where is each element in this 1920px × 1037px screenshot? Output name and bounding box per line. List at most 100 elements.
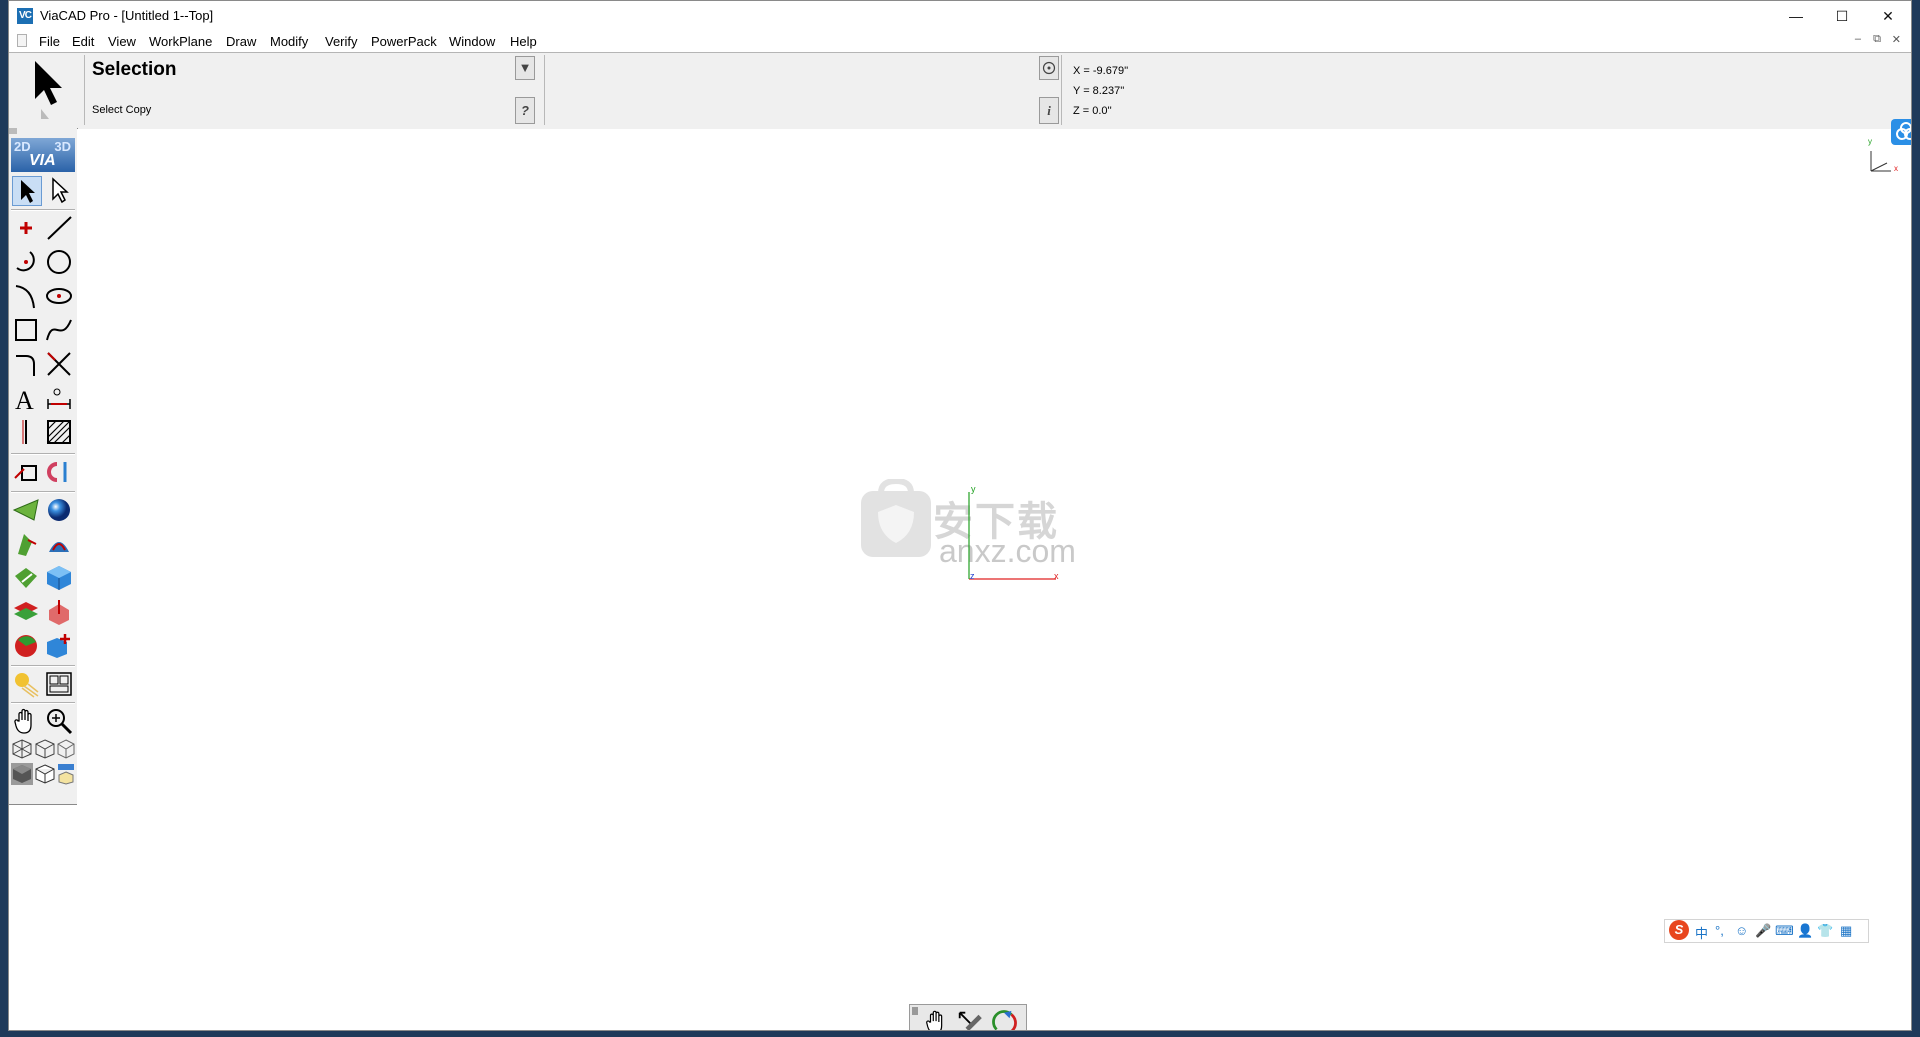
origin-axes xyxy=(968,492,1056,580)
ime-keyboard-button[interactable]: ⌨ xyxy=(1775,923,1794,939)
close-button[interactable]: ✕ xyxy=(1865,1,1911,31)
filter-dropdown-button[interactable]: ▼ xyxy=(515,56,535,80)
ime-toolbox-button[interactable]: ▦ xyxy=(1840,923,1852,939)
centerline-tool[interactable] xyxy=(12,418,42,448)
hatch-icon xyxy=(47,420,71,444)
cone-tool[interactable] xyxy=(12,496,42,526)
menu-view[interactable]: View xyxy=(108,34,136,49)
select-arrow-icon xyxy=(21,180,35,203)
boolean-tool[interactable] xyxy=(45,598,75,628)
zoom-tool[interactable] xyxy=(45,707,75,737)
ime-voice-button[interactable]: 🎤 xyxy=(1755,923,1771,939)
triad-x-label: x xyxy=(1894,164,1898,173)
menu-workplane[interactable]: WorkPlane xyxy=(149,34,212,49)
ime-punctuation-toggle[interactable]: °, xyxy=(1715,923,1724,938)
help-button[interactable]: ? xyxy=(515,97,535,124)
view-iso-tool[interactable] xyxy=(11,738,33,760)
fillet-tool[interactable] xyxy=(12,350,42,380)
select-outline-arrow-icon xyxy=(52,177,69,204)
menu-edit[interactable]: Edit xyxy=(72,34,94,49)
bottom-view-toolbar xyxy=(909,1004,1027,1031)
mdi-restore-button[interactable]: ⧉ xyxy=(1873,33,1881,46)
mdi-minimize-button[interactable]: – xyxy=(1855,33,1861,45)
select-hollow-tool[interactable] xyxy=(45,176,75,206)
mirror-tool[interactable] xyxy=(45,458,75,488)
add-solid-tool[interactable] xyxy=(45,632,75,662)
cloud-icon xyxy=(1896,122,1911,140)
hand-icon xyxy=(14,708,32,734)
cloud-sync-button[interactable] xyxy=(1891,119,1911,145)
window-title: ViaCAD Pro - [Untitled 1--Top] xyxy=(40,8,214,23)
viacad-app-icon[interactable]: VC xyxy=(17,8,33,24)
2d-3d-switch[interactable]: 2D 3D VIA xyxy=(11,138,75,172)
menu-modify[interactable]: Modify xyxy=(270,34,308,49)
extrude-tool[interactable] xyxy=(12,530,42,560)
arc-center-tool[interactable] xyxy=(12,248,42,278)
mdi-close-button[interactable]: ✕ xyxy=(1892,33,1901,46)
select-tool[interactable] xyxy=(12,176,42,206)
text-tool[interactable]: A xyxy=(12,384,42,415)
render-tool[interactable] xyxy=(12,670,42,700)
dimension-icon xyxy=(47,388,71,409)
menu-draw[interactable]: Draw xyxy=(226,34,256,49)
minimize-button[interactable]: — xyxy=(1773,1,1819,31)
menu-powerpack[interactable]: PowerPack xyxy=(371,34,437,49)
separator xyxy=(11,702,75,704)
ime-user-button[interactable]: 👤 xyxy=(1797,923,1813,939)
hatch-tool[interactable] xyxy=(45,418,75,448)
pan-tool[interactable] xyxy=(12,707,42,737)
arc-tool[interactable] xyxy=(12,282,42,312)
spline-icon xyxy=(46,319,72,341)
ime-skin-button[interactable]: 👕 xyxy=(1817,923,1833,939)
separator xyxy=(11,453,75,455)
sphere-tool[interactable] xyxy=(45,496,75,526)
coordinate-panel: X = -9.679'' Y = 8.237'' Z = 0.0'' xyxy=(1061,55,1911,125)
shaded-view-tool[interactable] xyxy=(11,763,33,785)
rectangle-tool[interactable] xyxy=(12,316,42,346)
trim-tool[interactable] xyxy=(45,350,75,380)
revolve-icon xyxy=(49,542,69,552)
maximize-button[interactable]: ☐ xyxy=(1819,1,1865,31)
render-view-tool[interactable] xyxy=(56,763,76,785)
outline-view-tool[interactable] xyxy=(34,763,56,785)
loft-tool[interactable] xyxy=(12,564,42,594)
target-button[interactable] xyxy=(1039,56,1059,80)
circle-tool[interactable] xyxy=(45,248,75,278)
line-tool[interactable] xyxy=(45,214,75,244)
sogou-logo-button[interactable]: S xyxy=(1669,920,1689,940)
view-hidden-tool[interactable] xyxy=(56,738,76,760)
view-wire-tool[interactable] xyxy=(34,738,56,760)
shell-tool[interactable] xyxy=(12,598,42,628)
ime-emoji-button[interactable]: ☺ xyxy=(1735,923,1748,938)
point-tool[interactable] xyxy=(12,214,42,244)
spline-tool[interactable] xyxy=(45,316,75,346)
transform-tool[interactable] xyxy=(12,458,42,488)
blend-tool[interactable] xyxy=(12,632,42,662)
revolve-tool[interactable] xyxy=(45,530,75,560)
app-window: VC ViaCAD Pro - [Untitled 1--Top] — ☐ ✕ … xyxy=(8,0,1912,1031)
ime-language-toggle[interactable]: 中 xyxy=(1695,923,1708,942)
zoom-window-icon[interactable] xyxy=(956,1009,982,1031)
arc-center-icon xyxy=(16,251,35,272)
coord-x: X = -9.679'' xyxy=(1073,65,1129,77)
menu-window[interactable]: Window xyxy=(449,34,495,49)
shell-icon xyxy=(14,602,38,620)
hidden-line-cube-icon xyxy=(57,739,75,759)
toolbar-grip[interactable] xyxy=(912,1007,918,1015)
rotate-view-icon[interactable] xyxy=(990,1009,1018,1031)
layout-tool[interactable] xyxy=(45,670,75,700)
document-icon[interactable] xyxy=(17,34,27,47)
box-tool[interactable] xyxy=(45,564,75,594)
pan-hand-icon[interactable] xyxy=(924,1009,950,1031)
loft-icon xyxy=(15,568,37,588)
dimension-tool[interactable] xyxy=(45,384,75,414)
palette-grip[interactable] xyxy=(9,128,17,134)
info-button[interactable]: i xyxy=(1039,97,1059,124)
separator xyxy=(11,665,75,667)
shaded-cube-icon xyxy=(13,765,31,783)
menu-verify[interactable]: Verify xyxy=(325,34,358,49)
menu-help[interactable]: Help xyxy=(510,34,537,49)
circle-icon xyxy=(47,250,71,274)
menu-file[interactable]: File xyxy=(39,34,60,49)
ellipse-tool[interactable] xyxy=(45,282,75,312)
